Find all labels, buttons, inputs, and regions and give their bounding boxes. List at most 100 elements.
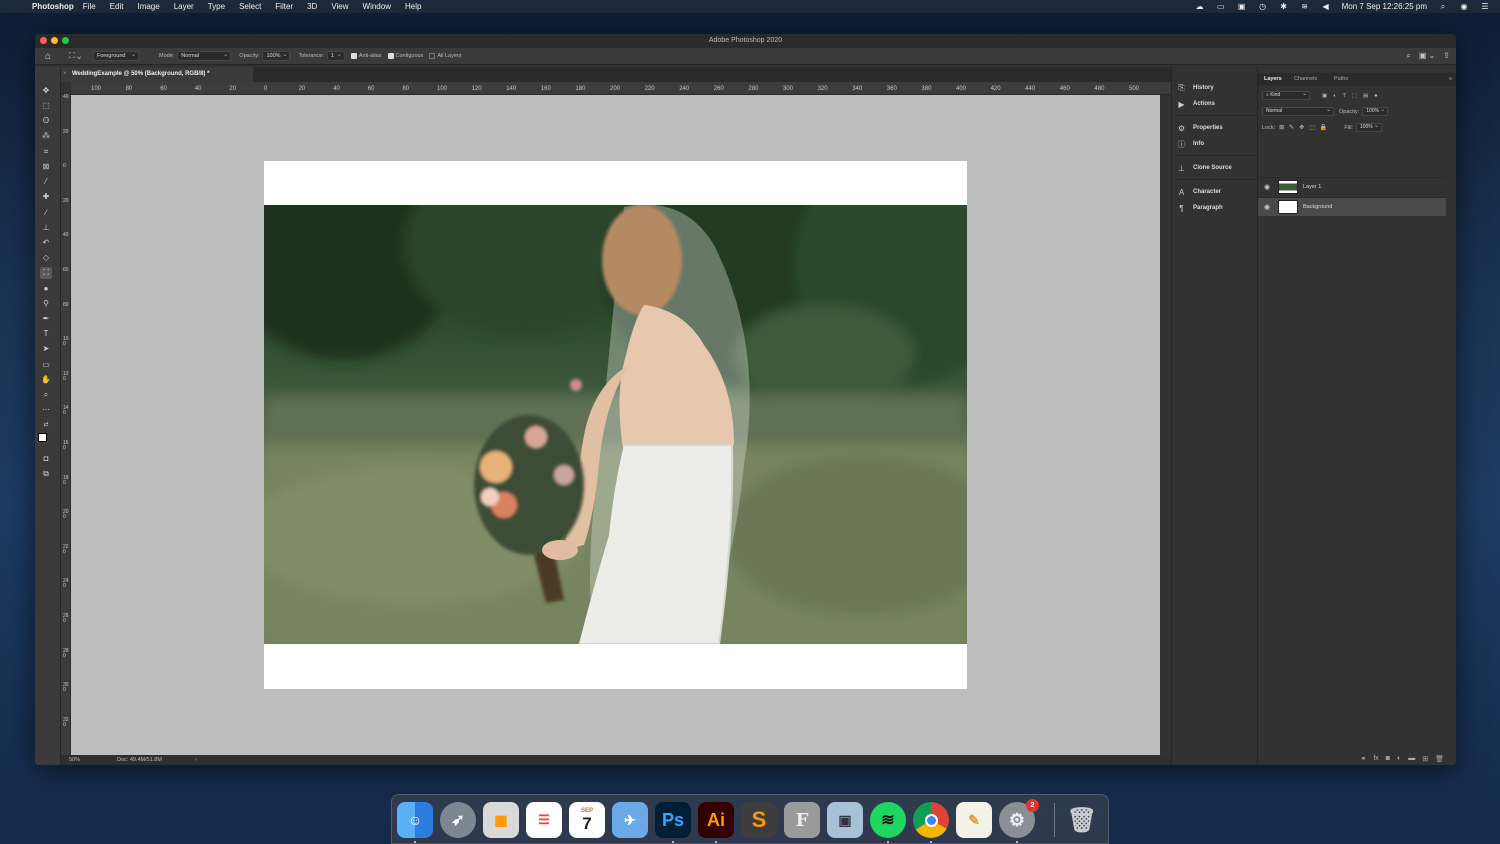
lock-icons[interactable]: ⊠✎✥⬚🔒	[1279, 124, 1332, 131]
tolerance-input[interactable]: 1	[326, 51, 345, 61]
document-canvas[interactable]	[264, 161, 967, 689]
magic-wand-tool-icon[interactable]: ⁂	[40, 130, 52, 142]
image-capture-icon[interactable]: ▣	[827, 802, 863, 838]
lasso-tool-icon[interactable]: ʘ	[40, 115, 52, 127]
layer-row-background[interactable]: ◉ Background	[1258, 197, 1446, 216]
workspace-icon[interactable]: ▣ ⌄	[1419, 51, 1435, 61]
menu-edit[interactable]: Edit	[110, 2, 124, 11]
menubar-clock[interactable]: Mon 7 Sep 12:26:25 pm	[1342, 2, 1427, 11]
menu-type[interactable]: Type	[208, 2, 225, 11]
zoom-level[interactable]: 50%	[69, 755, 80, 765]
visibility-eye-icon[interactable]: ◉	[1264, 183, 1274, 191]
clone-source-panel-button[interactable]: ⊥ Clone Source	[1177, 162, 1232, 174]
adjustment-layer-icon[interactable]: ◐	[1397, 755, 1401, 762]
path-selection-tool-icon[interactable]: ➤	[40, 343, 52, 355]
tab-paths[interactable]: Paths	[1334, 76, 1348, 82]
crop-tool-icon[interactable]: ⌗	[40, 146, 52, 158]
canvas-area[interactable]	[71, 95, 1160, 755]
paragraph-panel-button[interactable]: ¶ Paragraph	[1177, 202, 1222, 214]
display-icon[interactable]: ▭	[1216, 2, 1226, 11]
mode-select[interactable]: Normal	[177, 51, 232, 61]
layer-mask-icon[interactable]: ◙	[1386, 755, 1390, 762]
blur-tool-icon[interactable]: ●	[40, 283, 52, 295]
menu-3d[interactable]: 3D	[307, 2, 317, 11]
marquee-tool-icon[interactable]: ⬚	[40, 100, 52, 112]
history-brush-tool-icon[interactable]: ↶	[40, 237, 52, 249]
minimize-window-button[interactable]	[51, 37, 58, 44]
app-name-menu[interactable]: Photoshop	[32, 2, 74, 11]
link-layers-icon[interactable]: ⚭	[1360, 755, 1366, 763]
clone-stamp-tool-icon[interactable]: ⊥	[40, 222, 52, 234]
volume-icon[interactable]: ◀	[1321, 2, 1331, 11]
filter-toggle-icon[interactable]: ●	[1374, 93, 1377, 99]
new-group-icon[interactable]: ▬	[1408, 755, 1415, 762]
home-icon[interactable]: ⌂	[45, 51, 59, 62]
chrome-icon[interactable]	[913, 802, 949, 838]
screen-mode-icon[interactable]: ⧉	[40, 468, 52, 480]
contiguous-checkbox[interactable]	[387, 53, 394, 59]
paint-bucket-tool-icon[interactable]: ⛶ ⌄	[69, 51, 87, 61]
menu-view[interactable]: View	[331, 2, 348, 11]
layer-row-layer-1[interactable]: ◉ Layer 1	[1258, 177, 1446, 196]
launchpad-icon[interactable]: ➶	[440, 802, 476, 838]
spotlight-search-icon[interactable]: ⌕	[1438, 2, 1448, 11]
healing-brush-tool-icon[interactable]: ✚	[40, 191, 52, 203]
eyedropper-tool-icon[interactable]: ⁄	[40, 176, 52, 188]
brush-tool-icon[interactable]: ∕	[40, 207, 52, 219]
menu-filter[interactable]: Filter	[275, 2, 293, 11]
tab-channels[interactable]: Channels	[1294, 76, 1317, 82]
trash-icon[interactable]: 🗑	[1064, 802, 1100, 838]
dodge-tool-icon[interactable]: ⚲	[40, 298, 52, 310]
layer-opacity-input[interactable]: 100%	[1362, 107, 1389, 116]
move-tool-icon[interactable]: ✥	[40, 85, 52, 97]
foreground-color-swatch[interactable]	[38, 433, 47, 442]
panel-menu-icon[interactable]: ≡	[1449, 76, 1452, 82]
screen-icon[interactable]: ▣	[1237, 2, 1247, 11]
menu-file[interactable]: File	[83, 2, 96, 11]
properties-panel-button[interactable]: ⚙ Properties	[1177, 122, 1223, 134]
new-layer-icon[interactable]: ⊞	[1422, 755, 1428, 763]
zoom-tool-icon[interactable]: ⌕	[40, 389, 52, 401]
status-arrow-icon[interactable]: ›	[195, 755, 197, 765]
history-panel-button[interactable]: ⎘ History	[1177, 82, 1213, 94]
zoom-window-button[interactable]	[62, 37, 69, 44]
pen-tool-icon[interactable]: ✒	[40, 313, 52, 325]
preview-icon[interactable]: ✈	[612, 802, 648, 838]
eraser-tool-icon[interactable]: ◇	[40, 252, 52, 264]
menu-layer[interactable]: Layer	[174, 2, 194, 11]
fill-input[interactable]: 100%	[1355, 123, 1382, 132]
share-icon[interactable]: ⇪	[1443, 51, 1450, 61]
all-layers-checkbox[interactable]	[429, 53, 436, 59]
rectangle-tool-icon[interactable]: ▭	[40, 359, 52, 371]
menu-select[interactable]: Select	[239, 2, 261, 11]
paint-bucket-tool-icon[interactable]: ⛶	[40, 267, 52, 279]
notification-center-icon[interactable]: ☰	[1480, 2, 1490, 11]
more-tools-icon[interactable]: ⋯	[40, 404, 52, 416]
delete-layer-icon[interactable]: 🗑	[1435, 755, 1444, 763]
calculator-icon[interactable]: ▦	[483, 802, 519, 838]
blend-mode-select[interactable]: Normal	[1262, 107, 1334, 116]
time-machine-icon[interactable]: ◷	[1258, 2, 1268, 11]
photoshop-icon[interactable]: Ps	[655, 802, 691, 838]
opacity-input[interactable]: 100%	[262, 51, 291, 61]
hand-tool-icon[interactable]: ✋	[40, 374, 52, 386]
filter-icons[interactable]: ▣◐T⬚▤	[1322, 93, 1374, 99]
info-panel-button[interactable]: ⓘ Info	[1177, 138, 1205, 150]
system-preferences-icon[interactable]: ⚙ 2	[999, 799, 1039, 838]
actions-panel-button[interactable]: ▶ Actions	[1177, 98, 1215, 110]
textedit-icon[interactable]: ✎	[956, 802, 992, 838]
spotify-icon[interactable]: ≋	[870, 802, 906, 838]
character-panel-button[interactable]: A Character	[1177, 186, 1221, 198]
illustrator-icon[interactable]: Ai	[698, 802, 734, 838]
menu-image[interactable]: Image	[137, 2, 159, 11]
bluetooth-icon[interactable]: ✱	[1279, 2, 1289, 11]
swap-colors-icon[interactable]: ⇄	[40, 419, 52, 431]
quick-mask-icon[interactable]: ◘	[40, 453, 52, 465]
search-icon[interactable]: ⌕	[1406, 51, 1410, 61]
layer-style-icon[interactable]: fx	[1373, 755, 1378, 762]
sublime-text-icon[interactable]: S	[741, 802, 777, 838]
menu-help[interactable]: Help	[405, 2, 421, 11]
fontlab-icon[interactable]: F	[784, 802, 820, 838]
close-window-button[interactable]	[40, 37, 47, 44]
siri-icon[interactable]: ◉	[1459, 2, 1469, 11]
